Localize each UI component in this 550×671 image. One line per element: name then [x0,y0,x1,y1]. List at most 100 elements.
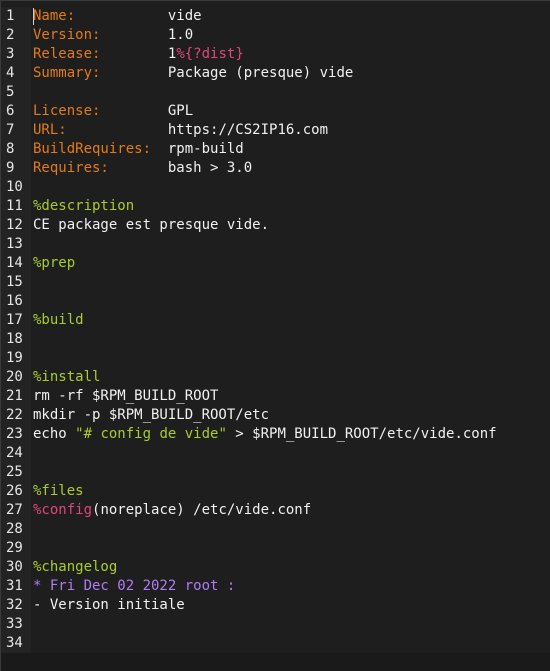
code-line-21: rm -rf $RPM_BUILD_ROOT [33,387,548,406]
tag-url: URL: [33,122,67,138]
code-line-26: %files [33,482,548,501]
line-number: 15 [6,274,23,290]
code-line-11: %description [33,197,548,216]
line-number: 20 [6,369,23,385]
value-license: GPL [167,103,194,119]
code-line-20: %install [33,368,548,387]
line-number: 4 [6,65,15,81]
code-line-27: %config(noreplace) /etc/vide.conf [33,501,548,520]
line-number: 22 [6,407,23,423]
code-line-17: %build [33,311,548,330]
line-number: 33 [6,616,23,632]
line-number: 1 [6,8,15,24]
code-line-2: Version: 1.0 [33,26,548,45]
changelog-entry-header: * Fri Dec 02 2022 root : [33,578,236,594]
changelog-entry-text: - Version initiale [33,597,185,613]
line-number: 12 [6,217,23,233]
echo-string: "# config de vide" [75,426,227,442]
line-number: 10 [6,179,23,195]
line-number: 13 [6,236,23,252]
section-changelog: %changelog [33,559,118,575]
code-line-23: echo "# config de vide" > $RPM_BUILD_ROO… [33,425,548,444]
config-path: (noreplace) /etc/vide.conf [92,502,312,518]
line-number: 30 [6,559,23,575]
tag-buildrequires: BuildRequires: [33,141,152,157]
line-number: 34 [6,635,23,651]
code-line-4: Summary: Package (presque) vide [33,64,548,83]
line-number: 23 [6,426,23,442]
line-number: 18 [6,331,23,347]
code-line-6: License: GPL [33,102,548,121]
tag-requires: Requires: [33,160,109,176]
value-summary: Package (presque) vide [167,65,354,81]
line-number: 25 [6,464,23,480]
line-number: 7 [6,122,15,138]
code-editor[interactable]: 1 2 3 4 5 6 7 8 9 10 11 12 13 14 15 16 17 18 19 20 21 22 23 24 2… [0,0,550,671]
code-line-30: %changelog [33,558,548,577]
echo-command: echo [33,426,76,442]
value-requires: bash > 3.0 [167,160,253,176]
line-number: 2 [6,27,15,43]
code-line-22: mkdir -p $RPM_BUILD_ROOT/etc [33,406,548,425]
code-line-14: %prep [33,254,548,273]
code-line-3: Release: 1%{?dist} [33,45,548,64]
line-number: 14 [6,255,23,271]
install-command-rm: rm -rf $RPM_BUILD_ROOT [33,388,219,404]
line-number: 19 [6,350,23,366]
line-number: 16 [6,293,23,309]
tag-version: Version: [33,27,101,43]
value-url: https://CS2IP16.com [167,122,329,138]
line-number: 26 [6,483,23,499]
line-number: 28 [6,521,23,537]
macro-config: %config [33,502,93,518]
echo-redirect: > $RPM_BUILD_ROOT/etc/vide.conf [226,426,497,442]
code-line-1: Name: vide [33,7,548,26]
line-number: 32 [6,597,23,613]
editor-bottom-area [1,653,550,671]
code-line-7: URL: https://CS2IP16.com [33,121,548,140]
line-number: 21 [6,388,23,404]
section-build: %build [33,312,84,328]
tag-summary: Summary: [33,65,101,81]
value-version: 1.0 [167,27,194,43]
line-number: 24 [6,445,23,461]
tag-release: Release: [33,46,101,62]
code-line-12: CE package est presque vide. [33,216,548,235]
line-number: 9 [6,160,15,176]
line-number: 8 [6,141,15,157]
tag-license: License: [33,103,101,119]
section-prep: %prep [33,255,76,271]
code-line-32: - Version initiale [33,596,548,615]
line-number: 29 [6,540,23,556]
section-files: %files [33,483,84,499]
tag-name: Name: [33,8,76,24]
line-number: 11 [6,198,23,214]
line-number: 6 [6,103,15,119]
code-line-8: BuildRequires: rpm-build [33,140,548,159]
line-number: 27 [6,502,23,518]
section-description: %description [33,198,135,214]
code-area[interactable]: Name: vide Version: 1.0 Release: 1%{?dis… [33,7,548,653]
line-number: 5 [6,84,15,100]
line-number-gutter: 1 2 3 4 5 6 7 8 9 10 11 12 13 14 15 16 17 18 19 20 21 22 23 24 2… [1,7,31,653]
code-line-9: Requires: bash > 3.0 [33,159,548,178]
code-line-31: * Fri Dec 02 2022 root : [33,577,548,596]
line-number: 17 [6,312,23,328]
section-install: %install [33,369,101,385]
line-number: 3 [6,46,15,62]
line-number: 31 [6,578,23,594]
value-buildrequires: rpm-build [167,141,244,157]
